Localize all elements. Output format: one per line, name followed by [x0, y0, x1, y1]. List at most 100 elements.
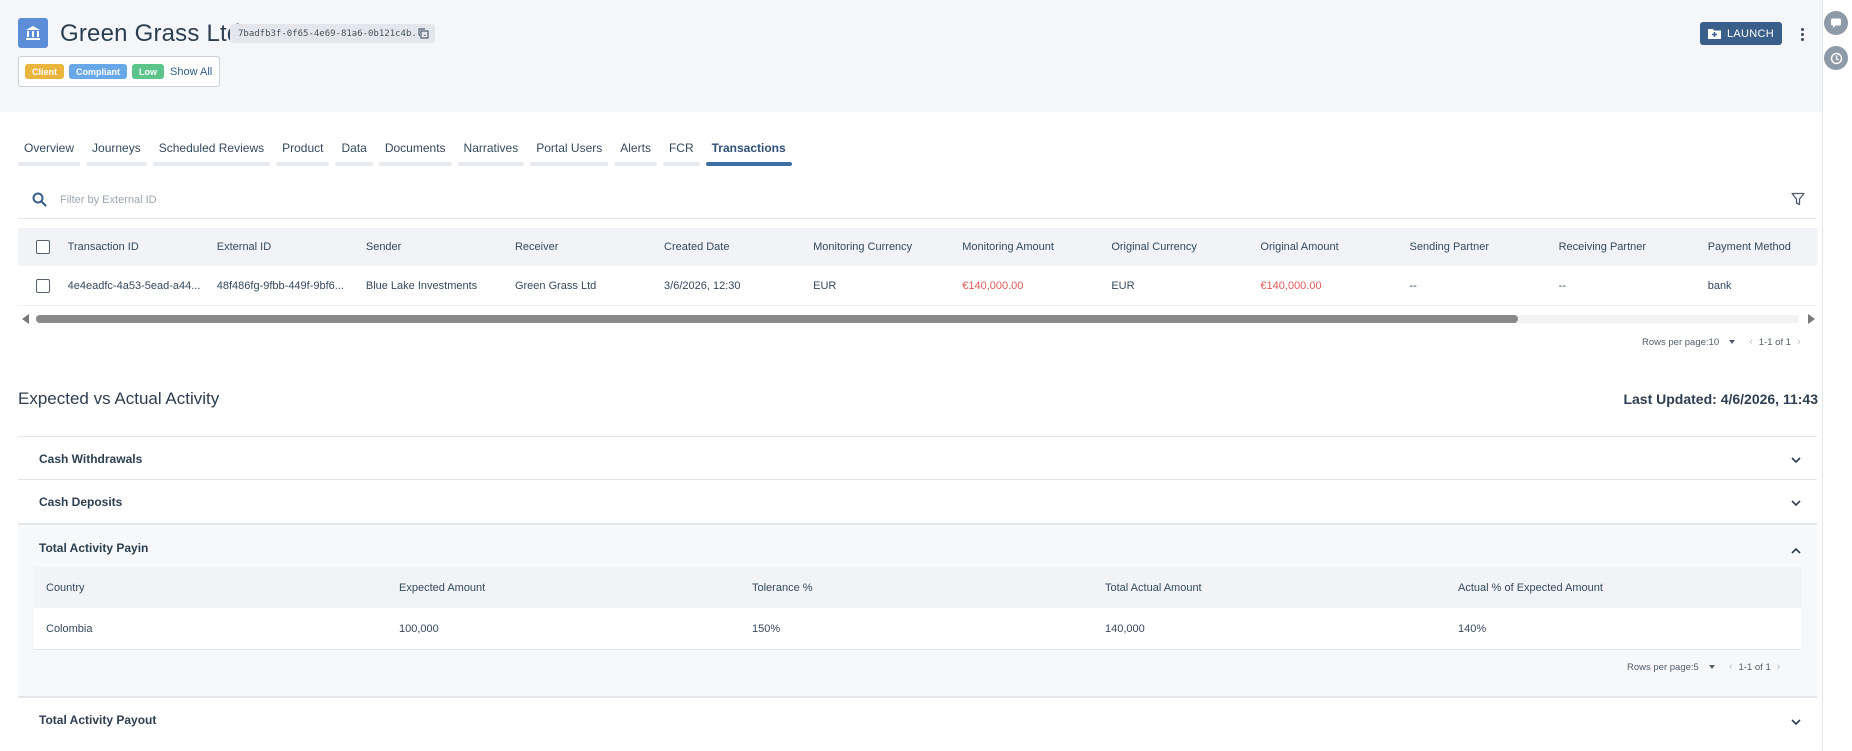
next-page-icon[interactable]: › — [1797, 336, 1801, 348]
tab-overview[interactable]: Overview — [18, 130, 81, 166]
payin-table: Country Expected Amount Tolerance % Tota… — [34, 567, 1801, 650]
tab-fcr[interactable]: FCR — [662, 130, 700, 166]
tab-data[interactable]: Data — [335, 130, 374, 166]
section-title: Expected vs Actual Activity — [18, 389, 220, 408]
tab-bar: Overview Journeys Scheduled Reviews Prod… — [18, 130, 798, 166]
cell-actual-percent: 140% — [1458, 622, 1487, 635]
cell-monitoring-currency: EUR — [813, 279, 837, 292]
rows-per-page-label: Rows per page: — [1642, 336, 1709, 348]
page-range: 1-1 of 1 — [1758, 336, 1792, 348]
kebab-menu-icon[interactable] — [1795, 23, 1809, 45]
cell-sender: Blue Lake Investments — [365, 279, 478, 292]
chevron-down-icon[interactable] — [1791, 715, 1801, 729]
risk-low-tag: Low — [132, 64, 165, 79]
accordion-cash-withdrawals[interactable]: Cash Withdrawals — [18, 436, 1817, 479]
col-original-currency[interactable]: Original Currency — [1111, 241, 1260, 253]
col-monitoring-amount[interactable]: Monitoring Amount — [962, 241, 1111, 253]
cell-transaction-id: 4e4eadfc-4a53-5ead-a44... — [67, 279, 201, 292]
col-original-amount[interactable]: Original Amount — [1260, 241, 1409, 253]
cell-receiver: Green Grass Ltd — [514, 279, 597, 292]
chat-icon[interactable] — [1824, 11, 1848, 35]
cell-original-amount: €140,000.00 — [1260, 279, 1322, 292]
prev-page-icon[interactable]: ‹ — [1729, 661, 1733, 673]
tab-documents[interactable]: Documents — [378, 130, 452, 166]
col-tolerance[interactable]: Tolerance % — [740, 582, 1093, 594]
scroll-left-icon[interactable] — [22, 314, 29, 324]
copy-icon[interactable] — [418, 28, 429, 42]
launch-label: LAUNCH — [1726, 27, 1775, 40]
prev-page-icon[interactable]: ‹ — [1749, 336, 1753, 348]
table-row[interactable]: 4e4eadfc-4a53-5ead-a44... 48f486fg-9fbb-… — [18, 266, 1817, 306]
select-all-checkbox[interactable] — [35, 240, 50, 254]
tab-alerts[interactable]: Alerts — [614, 130, 657, 166]
cell-monitoring-amount: €140,000.00 — [962, 279, 1024, 292]
tab-scheduled-reviews[interactable]: Scheduled Reviews — [152, 130, 271, 166]
cell-payment-method: bank — [1707, 279, 1732, 292]
col-country[interactable]: Country — [34, 582, 387, 594]
scroll-right-icon[interactable] — [1808, 314, 1815, 324]
col-total-actual-amount[interactable]: Total Actual Amount — [1093, 582, 1446, 594]
col-sending-partner[interactable]: Sending Partner — [1410, 241, 1559, 253]
col-actual-percent[interactable]: Actual % of Expected Amount — [1446, 582, 1801, 594]
cell-sending-partner: -- — [1409, 279, 1417, 292]
chevron-down-icon[interactable] — [1791, 453, 1801, 467]
col-receiving-partner[interactable]: Receiving Partner — [1559, 241, 1708, 253]
scrollbar-thumb[interactable] — [36, 315, 1518, 323]
compliant-tag: Compliant — [69, 64, 128, 79]
filter-icon[interactable] — [1791, 192, 1805, 209]
col-transaction-id[interactable]: Transaction ID — [68, 241, 217, 253]
accordion-title: Cash Deposits — [39, 495, 123, 509]
rows-per-page-select[interactable]: 5 — [1694, 662, 1699, 673]
side-rail — [1822, 0, 1852, 751]
col-created-date[interactable]: Created Date — [664, 241, 813, 253]
next-page-icon[interactable]: › — [1777, 661, 1781, 673]
history-icon[interactable] — [1824, 46, 1848, 70]
tag-group: Client Compliant Low Show All — [18, 56, 220, 87]
accordion-title: Total Activity Payin — [39, 541, 149, 555]
col-receiver[interactable]: Receiver — [515, 241, 664, 253]
table-row[interactable]: Colombia 100,000 150% 140,000 140% — [34, 608, 1801, 650]
cell-expected-amount: 100,000 — [399, 622, 439, 635]
chevron-down-icon[interactable] — [1729, 340, 1736, 344]
cell-original-currency: EUR — [1111, 279, 1135, 292]
horizontal-scrollbar[interactable] — [18, 311, 1817, 325]
tab-journeys[interactable]: Journeys — [86, 130, 147, 166]
page-range: 1-1 of 1 — [1738, 661, 1771, 673]
show-all-link[interactable]: Show All — [170, 66, 212, 78]
launch-button[interactable]: LAUNCH — [1700, 22, 1782, 45]
accordion-title: Total Activity Payout — [39, 713, 157, 727]
col-payment-method[interactable]: Payment Method — [1708, 241, 1817, 253]
cell-receiving-partner: -- — [1558, 279, 1566, 292]
cell-total-actual-amount: 140,000 — [1105, 622, 1145, 635]
chevron-down-icon[interactable] — [1708, 665, 1715, 669]
tab-transactions[interactable]: Transactions — [705, 130, 792, 166]
last-updated-label: Last Updated: — [1623, 391, 1717, 407]
entity-header: Green Grass Ltd 7badfb3f-0f65-4e69-81a6-… — [0, 0, 1852, 112]
cell-tolerance: 150% — [752, 622, 781, 635]
external-id-filter-input[interactable] — [60, 190, 660, 209]
accordion-title: Cash Withdrawals — [39, 452, 143, 466]
tab-portal-users[interactable]: Portal Users — [530, 130, 609, 166]
accordion-cash-deposits[interactable]: Cash Deposits — [18, 479, 1817, 522]
entity-id-chip: 7badfb3f-0f65-4e69-81a6-0b121c4b... — [230, 24, 435, 43]
transactions-table: Transaction ID External ID Sender Receiv… — [18, 228, 1817, 306]
col-monitoring-currency[interactable]: Monitoring Currency — [813, 241, 962, 253]
col-external-id[interactable]: External ID — [217, 241, 366, 253]
chevron-up-icon[interactable] — [1791, 543, 1801, 557]
rows-per-page-label: Rows per page: — [1627, 661, 1694, 673]
client-tag: Client — [25, 64, 65, 79]
transactions-pagination: Rows per page: 10 ‹ 1-1 of 1 › — [1642, 335, 1801, 349]
launch-icon — [1707, 29, 1721, 39]
tab-narratives[interactable]: Narratives — [457, 130, 525, 166]
row-checkbox[interactable] — [35, 278, 50, 293]
chevron-down-icon[interactable] — [1791, 496, 1801, 510]
col-sender[interactable]: Sender — [366, 241, 515, 253]
page-title: Green Grass Ltd — [60, 20, 241, 47]
cell-external-id: 48f486fg-9fbb-449f-9bf6... — [216, 279, 344, 292]
tab-product[interactable]: Product — [276, 130, 330, 166]
search-icon — [32, 192, 47, 210]
accordion-total-activity-payout[interactable]: Total Activity Payout — [18, 696, 1817, 740]
entity-id: 7badfb3f-0f65-4e69-81a6-0b121c4b... — [238, 28, 428, 39]
rows-per-page-select[interactable]: 10 — [1709, 337, 1720, 348]
col-expected-amount[interactable]: Expected Amount — [387, 582, 740, 594]
